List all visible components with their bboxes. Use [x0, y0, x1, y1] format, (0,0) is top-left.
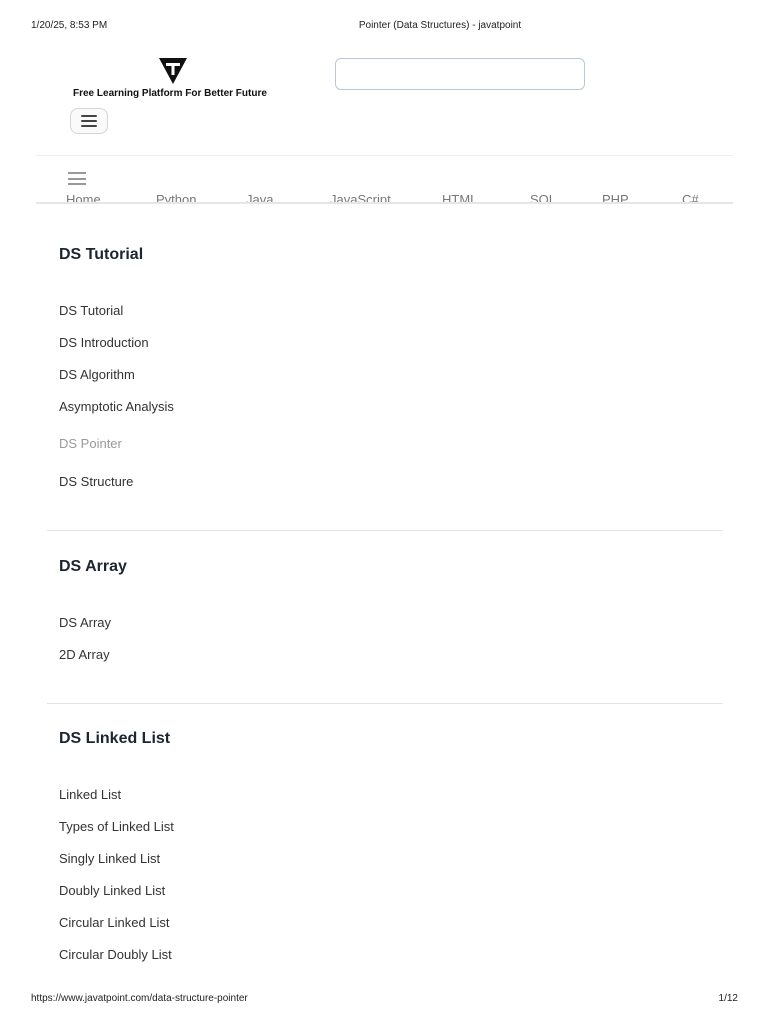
print-title: Pointer (Data Structures) - javatpoint	[358, 20, 522, 31]
top-nav: Home Python Java JavaScript HTML SQL PHP…	[36, 155, 733, 204]
section-divider	[47, 703, 723, 704]
sidebar-item-ds-tutorial[interactable]: DS Tutorial	[59, 303, 123, 318]
sidebar-item-linked-list[interactable]: Linked List	[59, 787, 121, 802]
sidebar-item-types-of-linked-list[interactable]: Types of Linked List	[59, 819, 174, 834]
sidebar-item-2d-array[interactable]: 2D Array	[59, 647, 110, 662]
nav-menu-icon[interactable]	[68, 172, 86, 185]
sidebar-item-circular-doubly-list[interactable]: Circular Doubly List	[59, 947, 172, 962]
sidebar-item-ds-array[interactable]: DS Array	[59, 615, 111, 630]
print-url: https://www.javatpoint.com/data-structur…	[31, 993, 248, 1004]
print-page-number: 1/12	[718, 993, 738, 1004]
section-heading: DS Tutorial	[59, 246, 144, 263]
sidebar-item-asymptotic-analysis[interactable]: Asymptotic Analysis	[59, 399, 174, 414]
hamburger-icon	[81, 115, 97, 127]
nav-divider	[36, 202, 733, 204]
sidebar-item-ds-pointer[interactable]: DS Pointer	[59, 436, 122, 451]
javatpoint-logo-icon[interactable]	[157, 56, 189, 86]
section-divider	[47, 530, 723, 531]
section-heading: DS Linked List	[59, 730, 171, 747]
sidebar-item-doubly-linked-list[interactable]: Doubly Linked List	[59, 883, 165, 898]
sidebar-item-singly-linked-list[interactable]: Singly Linked List	[59, 851, 160, 866]
search-input[interactable]	[335, 58, 585, 90]
menu-toggle-button[interactable]	[70, 108, 108, 134]
sidebar-item-circular-linked-list[interactable]: Circular Linked List	[59, 915, 170, 930]
print-header: 1/20/25, 8:53 PM Pointer (Data Structure…	[0, 20, 768, 34]
sidebar-item-ds-introduction[interactable]: DS Introduction	[59, 335, 149, 350]
sidebar-item-ds-algorithm[interactable]: DS Algorithm	[59, 367, 135, 382]
section-heading: DS Array	[59, 558, 127, 575]
sidebar-item-ds-structure[interactable]: DS Structure	[59, 474, 133, 489]
site-tagline: Free Learning Platform For Better Future	[73, 88, 267, 99]
